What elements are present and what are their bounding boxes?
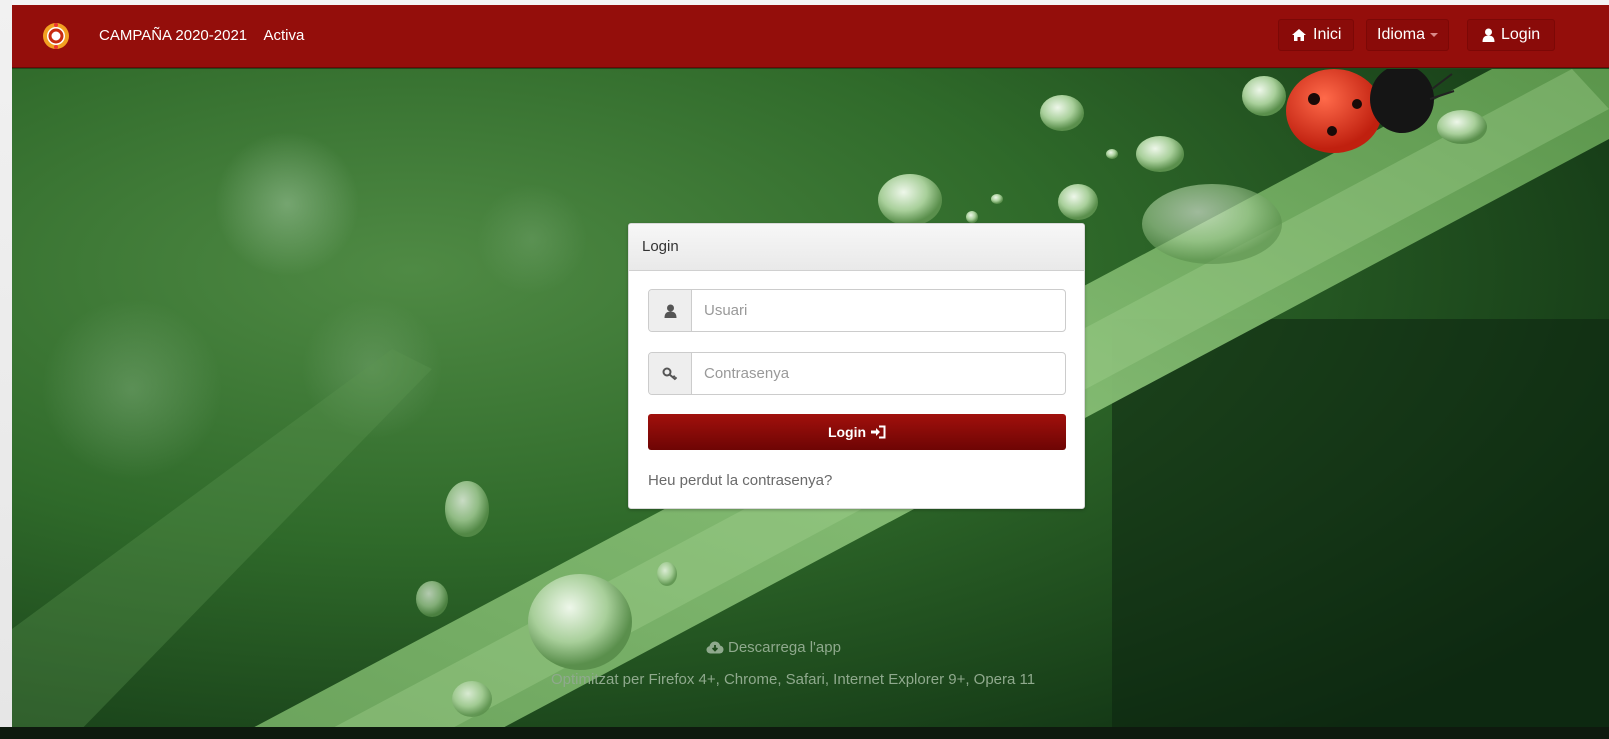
campaign-status: Activa <box>263 27 305 44</box>
login-submit-label: Login <box>827 424 867 440</box>
home-label: Inici <box>1313 26 1342 43</box>
language-dropdown[interactable]: Idioma <box>1366 19 1450 51</box>
browser-compat-text: Optimitzat per Firefox 4+, Chrome, Safar… <box>551 671 1036 688</box>
username-input[interactable] <box>692 290 1065 331</box>
cloud-download-icon <box>706 641 724 654</box>
login-panel: Login Login <box>628 223 1085 509</box>
download-app-label: Descarrega l'app <box>728 639 841 656</box>
login-nav-button[interactable]: Login <box>1467 19 1556 51</box>
home-button[interactable]: Inici <box>1278 19 1355 51</box>
login-nav-label: Login <box>1501 26 1541 43</box>
login-submit-button[interactable]: Login <box>648 414 1066 450</box>
forgot-password-link[interactable]: Heu perdut la contrasenya? <box>648 472 832 489</box>
bottom-bar <box>0 727 1609 739</box>
username-input-group <box>648 289 1066 332</box>
brand[interactable]: CAMPAÑA 2020-2021 Activa <box>99 27 304 44</box>
caret-down-icon <box>1430 33 1439 37</box>
campaign-label: CAMPAÑA 2020-2021 <box>99 27 248 44</box>
password-addon <box>649 353 692 394</box>
username-addon <box>649 290 692 331</box>
login-panel-title: Login <box>629 224 1084 271</box>
password-input[interactable] <box>692 353 1065 394</box>
top-navbar: CAMPAÑA 2020-2021 Activa Inici Idioma Lo… <box>12 5 1609 68</box>
app-frame: CAMPAÑA 2020-2021 Activa Inici Idioma Lo… <box>12 5 1609 739</box>
key-icon <box>662 367 678 380</box>
language-label: Idioma <box>1377 26 1426 43</box>
window-edge <box>0 0 12 739</box>
logo-icon[interactable] <box>42 22 70 50</box>
sign-in-icon <box>871 425 886 439</box>
download-app-link[interactable]: Descarrega l'app <box>706 639 841 656</box>
user-icon <box>1482 28 1495 42</box>
user-icon <box>664 304 676 318</box>
password-input-group <box>648 352 1066 395</box>
home-icon <box>1292 29 1306 41</box>
